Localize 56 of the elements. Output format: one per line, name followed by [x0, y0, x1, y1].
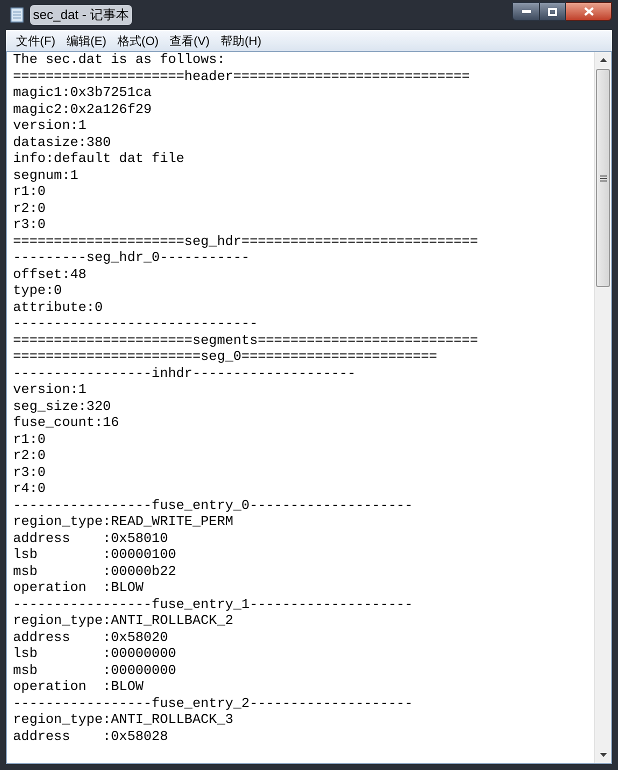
menu-item[interactable]: 编辑(E) [66, 32, 106, 50]
scroll-thumb[interactable] [596, 69, 610, 287]
text-line: attribute:0 [13, 300, 103, 317]
text-line: =======================seg_0======================== [13, 350, 438, 366]
menu-item[interactable]: 文件(F) [16, 32, 56, 50]
grip-icon [600, 174, 606, 182]
text-line: r2:0 [13, 202, 46, 218]
menu-item[interactable]: 帮助(H) [220, 32, 262, 50]
close-icon [584, 7, 594, 16]
scrollbar[interactable] [594, 52, 611, 763]
text-line: -----------------fuse_entry_2-------------------- [13, 696, 413, 713]
text-line: segnum:1 [13, 168, 78, 185]
text-line: region_type:ANTI_ROLLBACK_3 [13, 713, 234, 730]
close-button[interactable] [566, 2, 612, 21]
text-line: =====================seg_hdr============================= [13, 234, 478, 251]
text-line: ---------seg_hdr_0----------- [13, 251, 250, 268]
notepad-icon [10, 7, 24, 23]
text-line: type:0 [13, 284, 62, 300]
text-line: -----------------inhdr-------------------- [13, 366, 356, 383]
text-line: The sec.dat is as follows: [13, 53, 226, 70]
text-line: r3:0 [13, 466, 46, 482]
menu-item[interactable]: 格式(O) [117, 32, 159, 50]
maximize-button[interactable] [540, 2, 566, 21]
text-line: r1:0 [13, 432, 46, 449]
text-line: r1:0 [13, 185, 46, 202]
text-line: info:default dat file [13, 152, 184, 168]
minimize-button[interactable] [512, 2, 540, 21]
text-line: region_type:ANTI_ROLLBACK_2 [13, 614, 234, 630]
text-line: version:1 [13, 383, 86, 400]
window-title: sec_dat - 记事本 [30, 5, 132, 25]
text-line: lsb :00000100 [13, 548, 176, 564]
text-line: ======================segments=========================== [13, 334, 478, 350]
text-line: region_type:READ_WRITE_PERM [13, 515, 234, 532]
text-line: r4:0 [13, 482, 46, 498]
text-line: datasize:380 [13, 136, 111, 152]
text-line: msb :00000000 [13, 664, 176, 680]
text-line: r3:0 [13, 218, 46, 234]
text-line: r2:0 [13, 449, 46, 466]
text-line: -----------------fuse_entry_1-------------------- [13, 598, 413, 614]
text-line: seg_size:320 [13, 400, 111, 416]
text-line: offset:48 [13, 268, 86, 284]
text-line: =====================header============================= [13, 70, 470, 86]
text-line: fuse_count:16 [13, 416, 120, 432]
text-line: version:1 [13, 119, 86, 136]
text-line: magic2:0x2a126f29 [13, 102, 152, 119]
text-line: -----------------fuse_entry_0-------------------- [13, 498, 413, 515]
text-line: address :0x58028 [13, 730, 168, 746]
text-line: address :0x58020 [13, 630, 168, 647]
text-line: lsb :00000000 [13, 647, 176, 664]
text-line: operation :BLOW [13, 581, 144, 598]
text-line: ------------------------------ [13, 317, 258, 334]
text-line: address :0x58010 [13, 532, 168, 548]
text-line: msb :00000b22 [13, 564, 176, 581]
text-line: operation :BLOW [13, 680, 144, 696]
text-line: magic1:0x3b7251ca [13, 86, 152, 102]
menu-item[interactable]: 查看(V) [170, 32, 210, 50]
